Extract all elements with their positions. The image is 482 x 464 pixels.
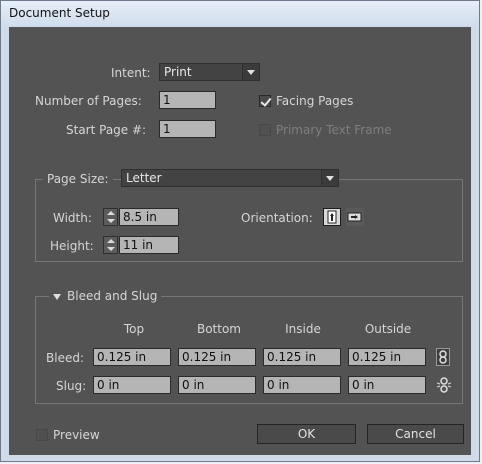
triangle-down-icon: [53, 293, 61, 300]
column-bottom: Bottom: [196, 322, 241, 336]
width-stepper[interactable]: [103, 208, 118, 226]
page-size-value: Letter: [126, 171, 162, 185]
facing-pages-label: Facing Pages: [276, 94, 354, 108]
column-outside: Outside: [364, 322, 412, 336]
landscape-orientation-glyph: [347, 212, 362, 222]
num-pages-label: Number of Pages:: [35, 94, 142, 108]
portrait-orientation-glyph: [327, 210, 337, 224]
broken-chain-link-glyph: [436, 377, 452, 393]
bleed-inside-field[interactable]: 0.125 in: [263, 348, 341, 366]
bleed-bottom-field[interactable]: 0.125 in: [178, 348, 256, 366]
document-setup-dialog: Document Setup Intent: Print Number of P…: [0, 0, 480, 462]
width-label: Width:: [53, 211, 92, 225]
ok-button[interactable]: OK: [257, 424, 356, 444]
orientation-label: Orientation:: [241, 211, 313, 225]
slug-inside-field[interactable]: 0 in: [263, 376, 341, 394]
chevron-down-icon: [321, 170, 338, 186]
facing-pages-checkbox[interactable]: [259, 95, 271, 107]
dialog-client-area: Intent: Print Number of Pages: 1 Facing …: [9, 27, 471, 455]
broken-chain-link-icon[interactable]: [436, 376, 452, 394]
chain-link-glyph: [439, 350, 447, 364]
page-size-label: Page Size:: [43, 172, 113, 186]
column-inside: Inside: [285, 322, 321, 336]
bleed-outside-field[interactable]: 0.125 in: [348, 348, 426, 366]
dialog-title: Document Setup: [1, 1, 479, 25]
landscape-orientation-icon[interactable]: [346, 208, 364, 226]
bleed-top-field[interactable]: 0.125 in: [93, 348, 171, 366]
primary-text-frame-checkbox[interactable]: [259, 124, 271, 136]
slug-top-field[interactable]: 0 in: [93, 376, 171, 394]
width-field[interactable]: 8.5 in: [119, 208, 179, 226]
preview-checkbox[interactable]: [36, 429, 48, 441]
chain-link-icon[interactable]: [436, 348, 450, 366]
height-field[interactable]: 11 in: [119, 236, 179, 254]
start-page-label: Start Page #:: [66, 123, 147, 137]
height-label: Height:: [50, 239, 94, 253]
page-size-dropdown[interactable]: Letter: [121, 169, 339, 187]
intent-dropdown[interactable]: Print: [159, 63, 260, 81]
chevron-down-icon: [242, 64, 259, 80]
cancel-button[interactable]: Cancel: [367, 424, 464, 444]
intent-label: Intent:: [111, 66, 151, 80]
num-pages-field[interactable]: 1: [159, 91, 216, 109]
slug-label: Slug:: [56, 379, 87, 393]
slug-bottom-field[interactable]: 0 in: [178, 376, 256, 394]
portrait-orientation-icon[interactable]: [323, 208, 341, 226]
bleed-slug-title: Bleed and Slug: [67, 289, 158, 303]
preview-label: Preview: [53, 428, 100, 442]
start-page-field[interactable]: 1: [159, 120, 216, 138]
column-top: Top: [123, 322, 145, 336]
bleed-label: Bleed:: [46, 351, 84, 365]
primary-text-frame-label: Primary Text Frame: [276, 123, 392, 137]
intent-value: Print: [164, 65, 192, 79]
bleed-slug-header[interactable]: Bleed and Slug: [49, 289, 162, 303]
slug-outside-field[interactable]: 0 in: [348, 376, 426, 394]
height-stepper[interactable]: [103, 236, 118, 254]
